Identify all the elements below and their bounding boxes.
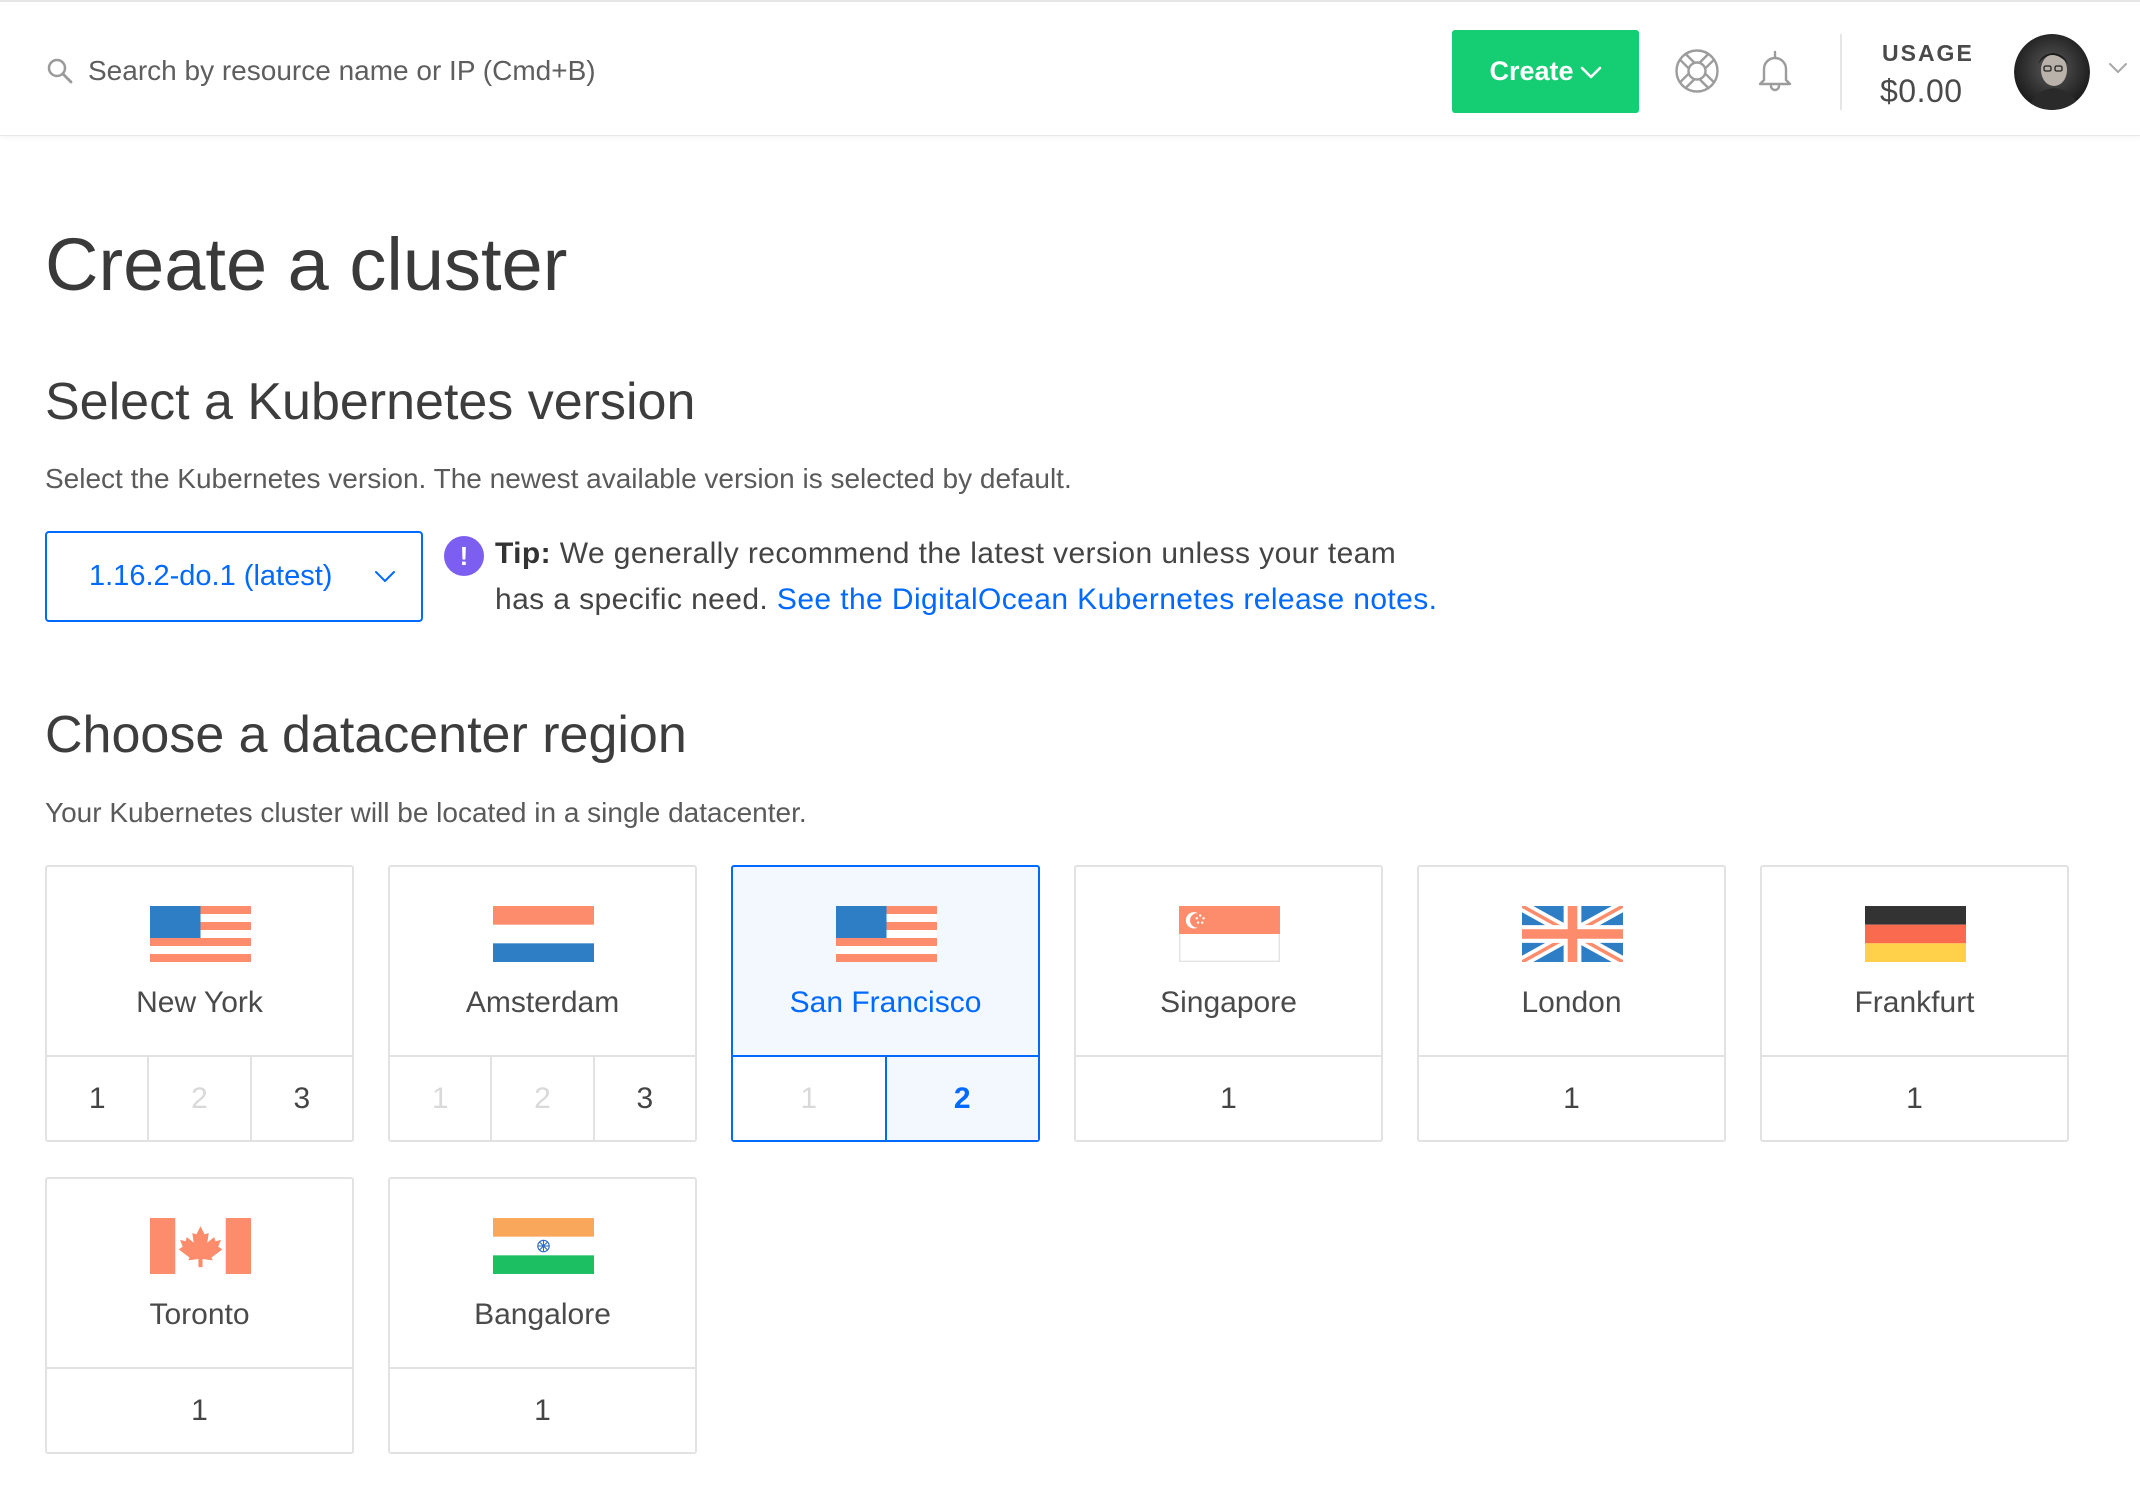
datacenter-option: 1 (733, 1057, 885, 1140)
datacenter-option[interactable]: 1 (390, 1369, 695, 1452)
tip-text-line1: We generally recommend the latest versio… (559, 537, 1397, 570)
datacenter-options: 1 2 3 (47, 1055, 352, 1140)
datacenter-option: 2 (490, 1057, 593, 1140)
region-card-singapore[interactable]: Singapore 1 (1074, 865, 1383, 1142)
region-card-header: London (1419, 867, 1724, 1055)
version-tip: Tip: We generally recommend the latest v… (495, 531, 1437, 623)
region-card-frankfurt[interactable]: Frankfurt 1 (1760, 865, 2069, 1142)
region-name: Singapore (1160, 986, 1297, 1019)
version-section-description: Select the Kubernetes version. The newes… (45, 463, 1072, 494)
region-card-amsterdam[interactable]: Amsterdam 1 2 3 (388, 865, 697, 1142)
chevron-down-icon (375, 571, 395, 582)
de-flag-icon (1864, 906, 1966, 962)
tip-text-line2: has a specific need. (495, 583, 769, 616)
ca-flag-icon (149, 1218, 251, 1274)
region-card-bangalore[interactable]: Bangalore 1 (388, 1177, 697, 1454)
region-name: Amsterdam (465, 986, 620, 1019)
datacenter-option: 1 (390, 1057, 491, 1140)
create-button[interactable]: Create (1452, 30, 1639, 113)
us-flag-icon (149, 906, 251, 962)
datacenter-options: 1 (47, 1367, 352, 1452)
chevron-down-icon[interactable] (2108, 62, 2128, 74)
datacenter-options: 1 (1076, 1055, 1381, 1140)
sg-flag-icon (1178, 906, 1280, 962)
release-notes-link[interactable]: See the DigitalOcean Kubernetes release … (777, 583, 1437, 616)
datacenter-option[interactable]: 1 (1076, 1057, 1381, 1140)
region-name: New York (136, 986, 263, 1019)
bell-icon[interactable] (1752, 48, 1798, 94)
usage-value: $0.00 (1880, 73, 1963, 109)
usage-summary[interactable]: USAGE $0.00 (1880, 38, 1990, 114)
region-grid: New York 1 2 3 Amsterdam 1 2 3 San Franc… (45, 865, 2069, 1454)
uk-flag-icon (1521, 906, 1623, 962)
datacenter-option[interactable]: 1 (47, 1369, 352, 1452)
kubernetes-version-dropdown[interactable]: 1.16.2-do.1 (latest) (45, 531, 423, 622)
top-navigation-bar: Create USAGE $0.00 (0, 0, 2140, 136)
region-card-new-york[interactable]: New York 1 2 3 (45, 865, 354, 1142)
region-name: Frankfurt (1854, 986, 1975, 1019)
avatar[interactable] (2014, 34, 2090, 110)
selected-version: 1.16.2-do.1 (latest) (89, 560, 333, 592)
datacenter-options: 1 (1762, 1055, 2067, 1140)
region-card-header: Bangalore (390, 1179, 695, 1367)
version-section-heading: Select a Kubernetes version (45, 373, 696, 431)
region-name: Toronto (149, 1298, 250, 1331)
region-card-header: San Francisco (733, 867, 1038, 1055)
region-card-london[interactable]: London 1 (1417, 865, 1726, 1142)
in-flag-icon (492, 1218, 594, 1274)
region-card-header: Amsterdam (390, 867, 695, 1055)
datacenter-options: 1 2 (733, 1055, 1038, 1140)
tip-label: Tip: (495, 537, 552, 570)
region-card-san-francisco[interactable]: San Francisco 1 2 (731, 865, 1040, 1142)
datacenter-option[interactable]: 1 (1419, 1057, 1724, 1140)
region-card-header: Frankfurt (1762, 867, 2067, 1055)
datacenter-option[interactable]: 3 (592, 1057, 695, 1140)
region-section-description: Your Kubernetes cluster will be located … (45, 797, 807, 828)
region-section-heading: Choose a datacenter region (45, 706, 687, 764)
region-card-toronto[interactable]: Toronto 1 (45, 1177, 354, 1454)
datacenter-options: 1 (390, 1367, 695, 1452)
exclamation-icon: ! (444, 536, 484, 576)
us-flag-icon (835, 906, 937, 962)
datacenter-option[interactable]: 3 (249, 1057, 352, 1140)
region-card-header: Singapore (1076, 867, 1381, 1055)
region-card-header: New York (47, 867, 352, 1055)
lifebuoy-icon[interactable] (1674, 48, 1720, 94)
datacenter-options: 1 2 3 (390, 1055, 695, 1140)
datacenter-option[interactable]: 2 (884, 1057, 1038, 1140)
datacenter-option: 2 (147, 1057, 250, 1140)
usage-label: USAGE (1882, 40, 1974, 66)
search-icon (47, 58, 73, 84)
region-name: Bangalore (474, 1298, 611, 1331)
nl-flag-icon (492, 906, 594, 962)
datacenter-option[interactable]: 1 (47, 1057, 148, 1140)
datacenter-options: 1 (1419, 1055, 1724, 1140)
region-name: London (1521, 986, 1622, 1019)
header-divider (1840, 34, 1842, 110)
chevron-down-icon (1580, 66, 1601, 78)
datacenter-option[interactable]: 1 (1762, 1057, 2067, 1140)
page-title: Create a cluster (45, 223, 568, 306)
region-card-header: Toronto (47, 1179, 352, 1367)
create-button-label: Create (1489, 56, 1574, 86)
search-input[interactable] (88, 49, 1388, 93)
region-name: San Francisco (789, 986, 982, 1019)
